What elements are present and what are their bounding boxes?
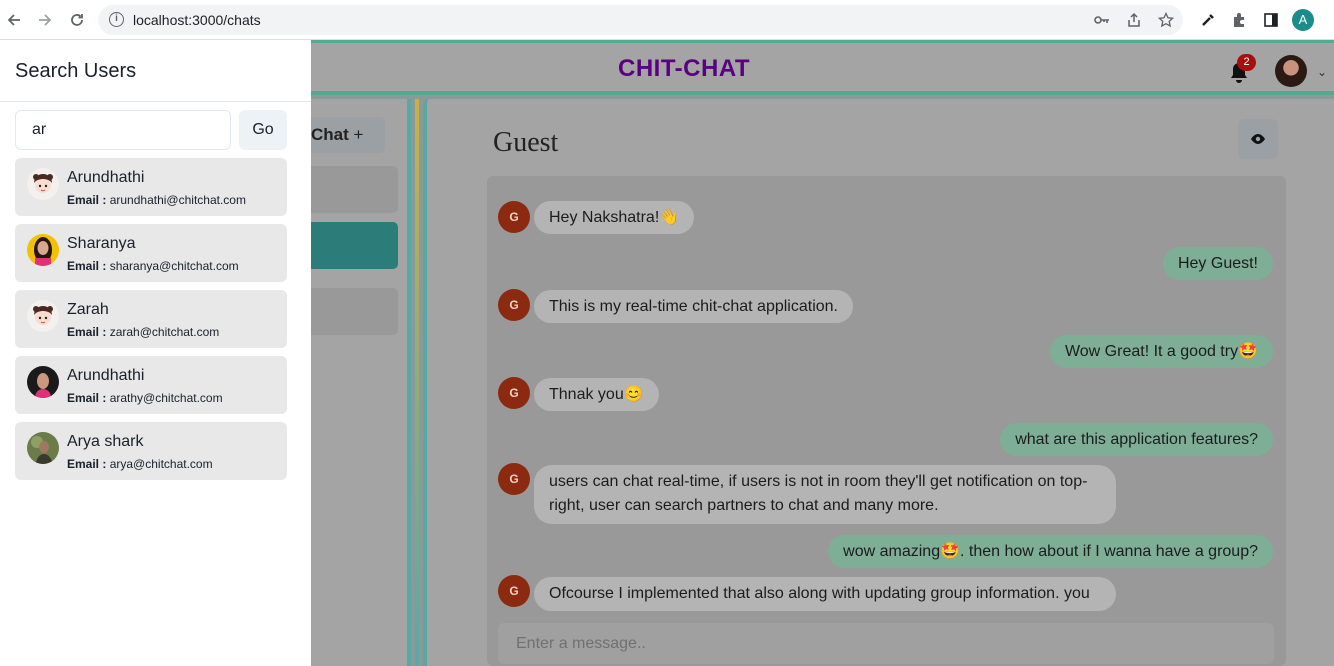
notification-badge: 2 xyxy=(1237,54,1256,71)
message-input[interactable]: Enter a message.. xyxy=(498,623,1274,664)
my-chats-panel: Chat + xyxy=(311,99,411,666)
share-icon[interactable] xyxy=(1125,11,1143,29)
eye-icon xyxy=(1251,134,1265,144)
sender-avatar: G xyxy=(498,289,530,321)
user-name: Arundhathi xyxy=(67,367,145,384)
address-bar[interactable]: i localhost:3000/chats xyxy=(98,5,1183,35)
user-avatar[interactable] xyxy=(1275,55,1307,87)
sender-avatar: G xyxy=(498,463,530,495)
forward-icon[interactable] xyxy=(33,8,57,32)
user-result-item[interactable]: Arya shark Email : arya@chitchat.com xyxy=(15,422,287,480)
user-email: Email : arya@chitchat.com xyxy=(67,457,213,471)
email-value: arya@chitchat.com xyxy=(109,457,213,471)
chat-title: Guest xyxy=(493,127,559,158)
user-result-item[interactable]: Arundhathi Email : arundhathi@chitchat.c… xyxy=(15,158,287,216)
chat-list-item[interactable] xyxy=(311,166,398,213)
star-icon[interactable] xyxy=(1157,11,1175,29)
drawer-header: Search Users xyxy=(0,40,311,102)
user-name: Arya shark xyxy=(67,433,144,450)
incoming-message: Hey Nakshatra!👋 xyxy=(534,201,695,234)
extensions-icon[interactable] xyxy=(1230,11,1248,29)
user-result-item[interactable]: Zarah Email : zarah@chitchat.com xyxy=(15,290,287,348)
email-label: Email : xyxy=(67,259,107,273)
app-header: CHIT-CHAT 2 ⌄ xyxy=(311,40,1334,95)
search-input[interactable] xyxy=(15,110,231,150)
messages-area: G Hey Nakshatra!👋 Hey Guest! G This is m… xyxy=(487,176,1286,666)
email-label: Email : xyxy=(67,457,107,471)
user-name: Zarah xyxy=(67,301,109,318)
panel-divider xyxy=(415,99,419,666)
url-text: localhost:3000/chats xyxy=(133,12,261,28)
avatar xyxy=(27,168,59,200)
user-email: Email : sharanya@chitchat.com xyxy=(67,259,239,273)
side-panel-icon[interactable] xyxy=(1262,11,1280,29)
user-name: Sharanya xyxy=(67,235,136,252)
reload-icon[interactable] xyxy=(65,8,89,32)
email-value: arathy@chitchat.com xyxy=(109,391,223,405)
user-result-item[interactable]: Sharanya Email : sharanya@chitchat.com xyxy=(15,224,287,282)
user-email: Email : arundhathi@chitchat.com xyxy=(67,193,246,207)
plus-icon: + xyxy=(353,125,364,144)
sender-avatar: G xyxy=(498,201,530,233)
user-email: Email : arathy@chitchat.com xyxy=(67,391,223,405)
incoming-message: Ofcourse I implemented that also along w… xyxy=(534,577,1116,611)
outgoing-message: Hey Guest! xyxy=(1162,247,1273,280)
user-name: Arundhathi xyxy=(67,169,145,186)
outgoing-message: what are this application features? xyxy=(1000,423,1273,456)
outgoing-message: Wow Great! It a good try🤩 xyxy=(1049,335,1273,368)
app-background: CHIT-CHAT 2 ⌄ Chat + Guest G Hey Nakshat… xyxy=(311,40,1334,666)
avatar xyxy=(27,300,59,332)
email-value: sharanya@chitchat.com xyxy=(109,259,239,273)
new-group-chat-button[interactable]: Chat + xyxy=(311,117,385,153)
chat-list-item[interactable] xyxy=(311,288,398,335)
chat-list-item-selected[interactable] xyxy=(311,222,398,269)
sender-avatar: G xyxy=(498,575,530,607)
incoming-message: Thnak you😊 xyxy=(534,378,659,411)
email-label: Email : xyxy=(67,325,107,339)
brand-title: CHIT-CHAT xyxy=(618,55,751,82)
user-result-item[interactable]: Arundhathi Email : arathy@chitchat.com xyxy=(15,356,287,414)
view-profile-button[interactable] xyxy=(1238,119,1278,159)
drawer-title: Search Users xyxy=(15,60,137,82)
avatar xyxy=(27,366,59,398)
email-value: zarah@chitchat.com xyxy=(109,325,220,339)
go-button[interactable]: Go xyxy=(239,110,287,150)
avatar xyxy=(27,432,59,464)
incoming-message: users can chat real-time, if users is no… xyxy=(534,465,1116,524)
email-label: Email : xyxy=(67,193,107,207)
browser-toolbar: i localhost:3000/chats A xyxy=(0,0,1334,40)
outgoing-message: wow amazing🤩. then how about if I wanna … xyxy=(828,535,1273,568)
email-value: arundhathi@chitchat.com xyxy=(109,193,246,207)
key-icon[interactable] xyxy=(1093,11,1111,29)
new-group-chat-label: Chat xyxy=(311,125,349,144)
sender-avatar: G xyxy=(498,377,530,409)
incoming-message: This is my real-time chit-chat applicati… xyxy=(534,290,853,323)
chevron-down-icon[interactable]: ⌄ xyxy=(1317,65,1327,79)
search-users-drawer: Search Users Go Arundhathi Email : arund… xyxy=(0,40,311,666)
chat-panel: Guest G Hey Nakshatra!👋 Hey Guest! G Thi… xyxy=(423,99,1334,666)
profile-avatar[interactable]: A xyxy=(1292,9,1314,31)
user-email: Email : zarah@chitchat.com xyxy=(67,325,219,339)
back-icon[interactable] xyxy=(2,8,26,32)
site-info-icon[interactable]: i xyxy=(109,12,124,27)
eyedropper-icon[interactable] xyxy=(1199,11,1217,29)
avatar xyxy=(27,234,59,266)
email-label: Email : xyxy=(67,391,107,405)
